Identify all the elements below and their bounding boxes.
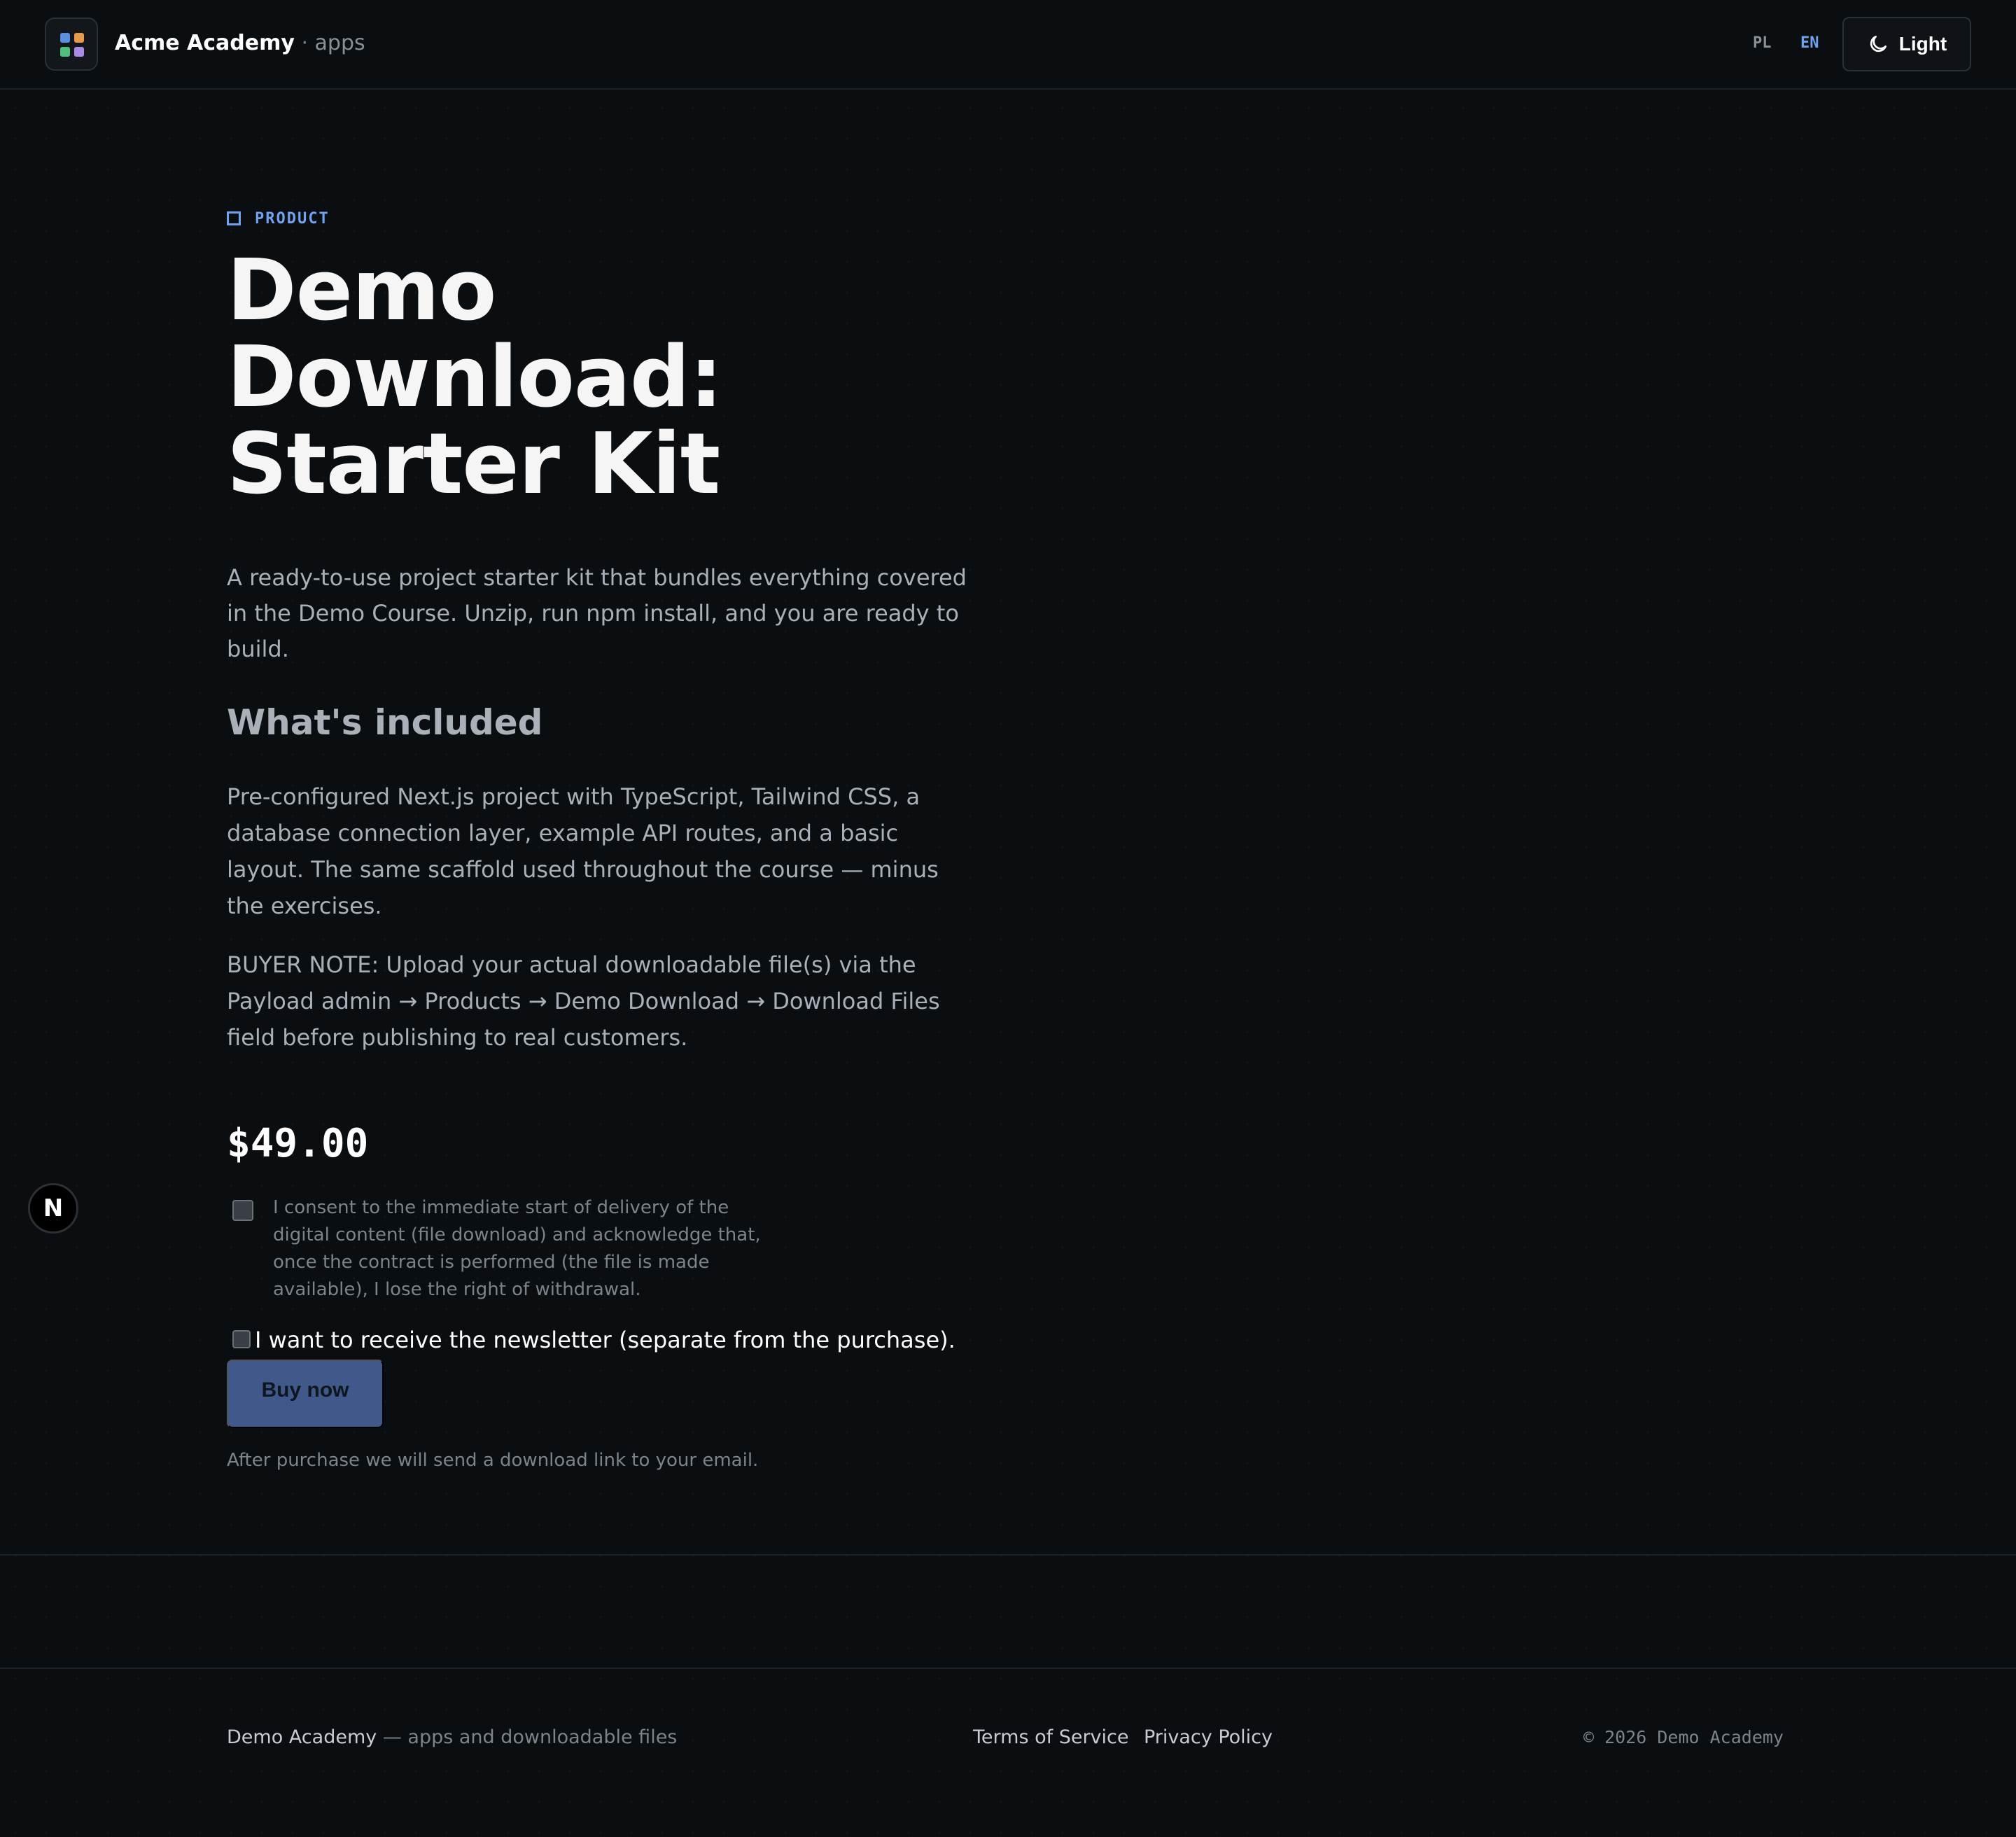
consent-checkbox[interactable] — [232, 1200, 253, 1221]
top-header: Acme Academy · apps PL EN Light — [0, 0, 2016, 90]
buy-now-button[interactable]: Buy now — [227, 1360, 384, 1428]
logo-dot-orange — [74, 33, 84, 43]
footer-brand-block: Demo Academy — apps and downloadable fil… — [227, 1724, 677, 1752]
footer-divider — [0, 1668, 2016, 1669]
brand-separator: · — [294, 31, 315, 55]
consent-label[interactable]: I consent to the immediate start of deli… — [273, 1194, 784, 1304]
footer-copyright: © 2026 Demo Academy — [1583, 1727, 1784, 1747]
badge-letter: N — [43, 1194, 64, 1222]
app-grid-logo-icon[interactable] — [45, 18, 98, 71]
after-purchase-note: After purchase we will send a download l… — [227, 1450, 759, 1471]
included-description: Pre-configured Next.js project with Type… — [227, 783, 939, 919]
footer-brand: Demo Academy — [227, 1726, 377, 1748]
whats-included-heading: What's included — [227, 702, 543, 743]
theme-toggle-button[interactable]: Light — [1842, 17, 1971, 71]
product-price: $49.00 — [227, 1121, 369, 1166]
logo-dot-purple — [74, 47, 84, 57]
logo-dot-blue — [60, 33, 70, 43]
buy-now-label: Buy now — [261, 1378, 349, 1402]
brand-subtitle: apps — [314, 31, 365, 55]
product-intro: A ready-to-use project starter kit that … — [227, 564, 967, 662]
terms-of-service-link[interactable]: Terms of Service — [973, 1724, 1129, 1752]
product-title: Demo Download: Starter Kit — [227, 242, 723, 513]
privacy-policy-link[interactable]: Privacy Policy — [1144, 1724, 1273, 1752]
theme-toggle-label: Light — [1898, 33, 1947, 55]
newsletter-checkbox[interactable] — [232, 1330, 251, 1348]
logo-dot-green — [60, 47, 70, 57]
newsletter-label[interactable]: I want to receive the newsletter (separa… — [255, 1325, 955, 1355]
buyer-note: BUYER NOTE: Upload your actual downloada… — [227, 951, 940, 1051]
brand-link[interactable]: Acme Academy · apps — [115, 29, 365, 57]
section-divider — [0, 1554, 2016, 1556]
square-icon — [227, 211, 241, 225]
brand-name: Acme Academy — [115, 31, 295, 55]
nextjs-dev-badge-icon[interactable]: N — [28, 1183, 78, 1234]
eyebrow-label: PRODUCT — [255, 209, 330, 228]
language-pl-link[interactable]: PL — [1753, 32, 1772, 55]
product-eyebrow: PRODUCT — [227, 207, 330, 230]
footer-tagline: — apps and downloadable files — [377, 1726, 678, 1748]
language-en-link[interactable]: EN — [1800, 32, 1819, 55]
moon-icon — [1870, 36, 1886, 53]
